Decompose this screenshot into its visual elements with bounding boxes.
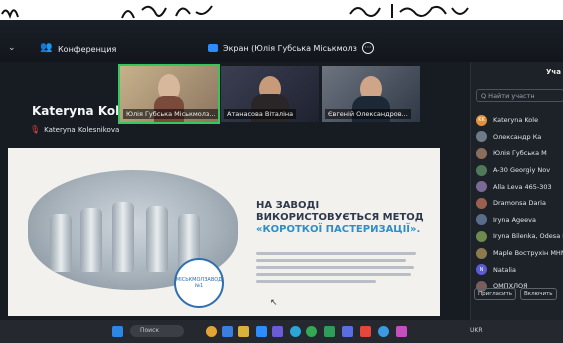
avatar [476, 147, 487, 159]
participant-name: Олександр Ка [493, 132, 542, 141]
app-icon[interactable] [222, 326, 233, 337]
participant-name: Iryna Ageeva [493, 215, 537, 224]
list-item[interactable]: Iryna Ageeva [476, 212, 563, 229]
app-icon[interactable] [360, 326, 371, 337]
avatar [476, 181, 487, 193]
app-icon[interactable] [272, 326, 283, 337]
video-thumb-label: Євгеній Олександров... [325, 109, 411, 119]
video-thumb[interactable]: Євгеній Олександров... [322, 66, 420, 122]
participant-name: Iryna Bilenka, Odesa Na [493, 232, 563, 241]
tank-shape [146, 206, 168, 272]
slide-heading: НА ЗАВОДІ ВИКОРИСТОВУЄТЬСЯ МЕТОД «КОРОТК… [256, 200, 431, 236]
screen-share-label: Экран (Юлія Губська Міськмолз [223, 43, 357, 53]
tank-shape [50, 214, 72, 272]
participant-name: Kateryna Kole [493, 116, 539, 125]
participant-name: A-30 Georgiy Nov [493, 166, 551, 175]
list-item[interactable]: Олександр Ка [476, 129, 563, 146]
participant-name: Юлія Губська М [493, 149, 547, 158]
app-icon[interactable] [206, 326, 217, 337]
list-item[interactable]: Iryna Bilenka, Odesa Na [476, 228, 563, 245]
app-icon[interactable] [396, 326, 407, 337]
mouse-cursor-icon: ↖ [270, 298, 278, 308]
more-options-icon[interactable]: ⋯ [361, 42, 374, 54]
panel-buttons: Пригласить Включить [471, 288, 563, 300]
video-thumb[interactable]: Юлія Губська Міськмолз... [118, 64, 220, 124]
folder-icon[interactable] [238, 326, 249, 337]
windows-start-icon[interactable] [112, 326, 123, 337]
participants-icon: 👥 [40, 42, 53, 53]
participant-name: Natalia [493, 265, 516, 274]
tank-shape [80, 208, 102, 272]
shared-slide: МІСЬКМОЛЗАВОД №1 НА ЗАВОДІ ВИКОРИСТОВУЄТ… [8, 148, 440, 316]
zoom-top-bar: ⌄ 👥 Конференция Экран (Юлія Губська Місь… [0, 20, 563, 62]
slide-heading-main: НА ЗАВОДІ ВИКОРИСТОВУЄТЬСЯ МЕТОД [256, 200, 424, 223]
edge-icon[interactable] [290, 326, 301, 337]
unmute-button[interactable]: Включить [520, 288, 557, 300]
video-thumb[interactable]: Атанасова Віталіна [221, 66, 319, 122]
avatar [476, 247, 487, 259]
video-thumb-label: Юлія Губська Міськмолз... [123, 109, 218, 119]
invite-button[interactable]: Пригласить [474, 288, 517, 300]
video-thumb-label: Атанасова Віталіна [224, 109, 297, 119]
app-icon[interactable] [342, 326, 353, 337]
list-item[interactable]: Юлія Губська М [476, 145, 563, 162]
zoom-icon[interactable] [256, 326, 267, 337]
list-item[interactable]: Alla Leva 465-303 [476, 178, 563, 195]
active-speaker-sub: Kateryna Kolesnikova [44, 125, 120, 134]
participant-name: Dramonsa Daria [493, 199, 546, 208]
panel-title: Уча [546, 68, 561, 76]
list-item[interactable]: Maple Вострухін МНМ1 [476, 245, 563, 262]
active-speaker-label: 🎙 Kateryna Kolesnikova [30, 125, 119, 134]
list-item[interactable]: KK Kateryna Kole [476, 112, 563, 129]
chevron-down-icon[interactable]: ⌄ [8, 43, 16, 53]
handwriting-strip [0, 0, 563, 22]
meeting-title: Конференция [58, 45, 117, 54]
list-item[interactable]: Dramonsa Daria [476, 195, 563, 212]
avatar [476, 230, 487, 242]
participants-panel: Уча Q Найти участн KK Kateryna Kole Олекс… [470, 62, 563, 320]
handwriting-scribble [1, 4, 469, 19]
slide-paragraph [256, 248, 421, 287]
avatar: KK [476, 114, 487, 126]
participant-name: Maple Вострухін МНМ1 [493, 249, 563, 258]
tank-shape [112, 202, 134, 272]
monitor-screen: ⌄ 👥 Конференция Экран (Юлія Губська Місь… [0, 20, 563, 343]
participant-search-input[interactable]: Q Найти участн [476, 89, 563, 102]
factory-badge: МІСЬКМОЛЗАВОД №1 [174, 258, 224, 308]
screen-share-indicator[interactable]: Экран (Юлія Губська Міськмолз ⋯ [208, 41, 374, 55]
mic-muted-icon: 🎙 [30, 125, 41, 134]
list-item[interactable]: N Natalia [476, 261, 563, 278]
avatar [476, 164, 487, 176]
windows-taskbar: Поиск UKR [0, 320, 563, 343]
taskbar-search[interactable]: Поиск [130, 325, 184, 337]
avatar [476, 131, 487, 143]
video-thumbnails: Юлія Губська Міськмолз... Атанасова Віта… [118, 64, 420, 124]
participant-name: Alla Leva 465-303 [493, 182, 552, 191]
list-item[interactable]: A-30 Georgiy Nov [476, 162, 563, 179]
chrome-icon[interactable] [306, 326, 317, 337]
screen-share-icon [208, 44, 218, 52]
system-tray[interactable]: UKR [470, 327, 483, 334]
slide-heading-accent: «КОРОТКОЇ ПАСТЕРИЗАЦІЇ». [256, 224, 421, 235]
app-icon[interactable] [378, 326, 389, 337]
participant-list: KK Kateryna Kole Олександр Ка Юлія Губськ… [476, 112, 563, 295]
meeting-stage: Kateryna Koles... 🎙 Kateryna Kolesnikova… [0, 62, 470, 320]
avatar: N [476, 264, 487, 276]
avatar [476, 197, 487, 209]
app-icon[interactable] [324, 326, 335, 337]
avatar [476, 214, 487, 226]
